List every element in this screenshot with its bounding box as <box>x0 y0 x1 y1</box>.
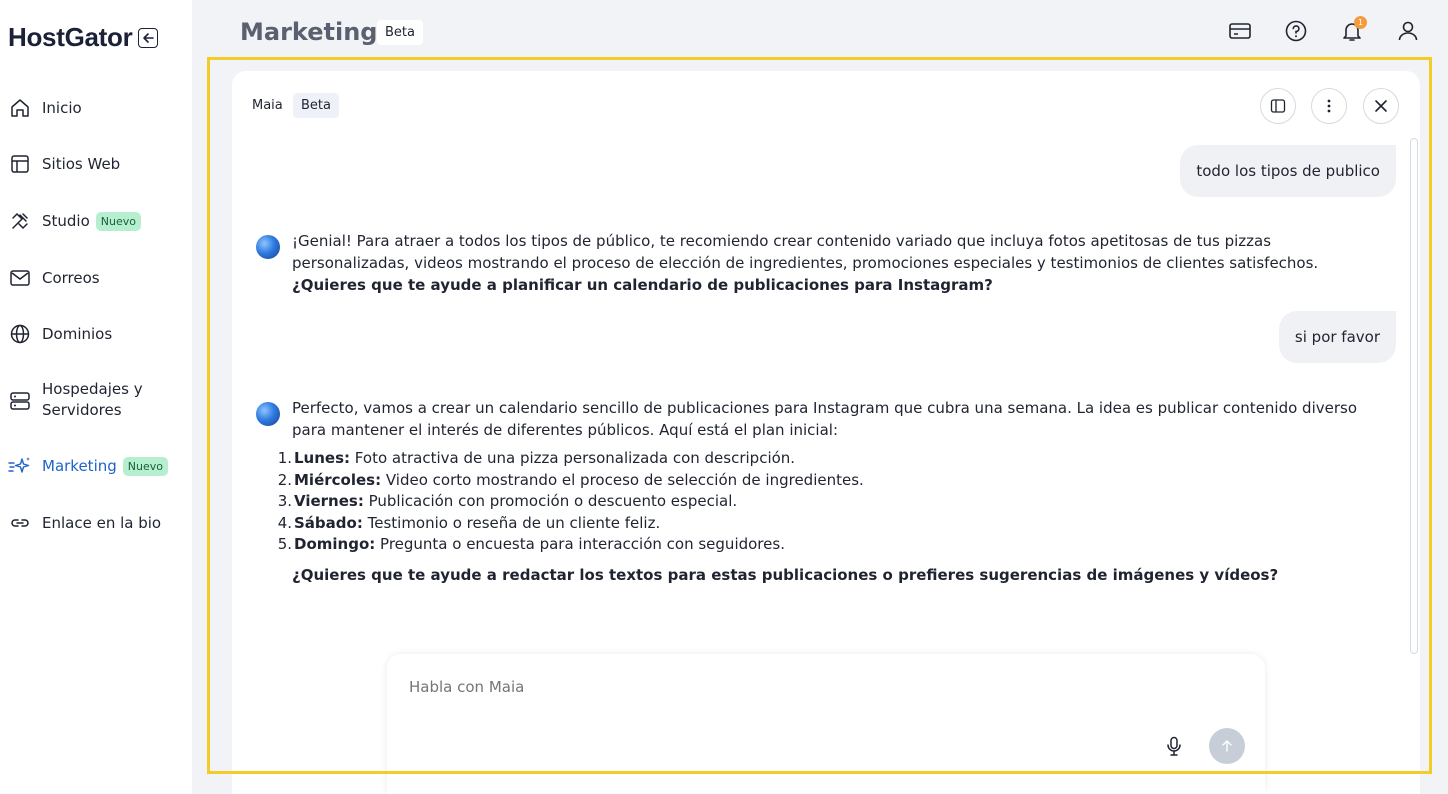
sidebar-item-label: Inicio <box>42 99 82 117</box>
logo[interactable]: HostGator <box>8 22 159 53</box>
list-item: 1. Lunes: Foto atractiva de una pizza per… <box>277 449 796 467</box>
list-item: 5. Domingo: Pregunta o encuesta para inte… <box>277 535 785 553</box>
notification-bell-icon[interactable]: 1 <box>1339 16 1367 44</box>
sidebar-item-label: Marketing <box>42 457 117 475</box>
assistant-name: Maia <box>252 98 283 113</box>
close-icon <box>1375 100 1387 112</box>
maia-avatar <box>256 402 280 426</box>
sidebar-item-label-wrap: Hospedajes y Servidores <box>42 379 143 421</box>
beta-badge: Beta <box>377 20 423 45</box>
assistant-question: ¿Quieres que te ayude a planificar un ca… <box>292 276 993 294</box>
sidebar-item-label: Correos <box>42 269 100 287</box>
sidebar-item-sitios-web[interactable]: Sitios Web <box>8 152 120 176</box>
mail-icon <box>8 266 32 290</box>
more-vertical-icon <box>1327 99 1331 113</box>
sidebar-item-label: Studio <box>42 212 90 230</box>
sidebar-item-label: Hospedajes y <box>42 380 143 398</box>
sidebar-item-label: Enlace en la bio <box>42 514 162 532</box>
list-item: 2. Miércoles: Video corto mostrando el pr… <box>277 470 864 489</box>
user-message: todo los tipos de publico <box>1180 145 1396 197</box>
help-icon[interactable] <box>1283 18 1309 44</box>
chat-panel: Maia Beta todo los tipos de publico ¡Gen… <box>232 71 1420 794</box>
sidebar-item-label: Sitios Web <box>42 155 121 173</box>
sidebar-item-label: Servidores <box>42 401 122 419</box>
close-chat-button[interactable] <box>1363 88 1399 124</box>
layout-icon <box>8 152 32 176</box>
server-icon <box>8 389 32 413</box>
list-item: 3. Viernes: Publicación con promoción o d… <box>277 492 738 510</box>
more-options-button[interactable] <box>1311 88 1347 124</box>
assistant-message: ¡Genial! Para atraer a todos los tipos d… <box>292 230 1392 296</box>
chat-scrollbar[interactable] <box>1410 138 1418 654</box>
sidebar-item-inicio[interactable]: Inicio <box>8 96 82 120</box>
assistant-question: ¿Quieres que te ayude a redactar los tex… <box>292 566 1279 584</box>
send-button[interactable] <box>1209 728 1245 764</box>
list-item: 4. Sábado: Testimonio o reseña de un clie… <box>277 513 661 532</box>
notification-count: 1 <box>1354 16 1367 29</box>
link-icon <box>8 511 32 535</box>
design-tools-icon <box>8 209 32 233</box>
new-badge: Nuevo <box>95 211 141 231</box>
billing-card-icon[interactable] <box>1227 18 1253 44</box>
sidebar-item-marketing[interactable]: Marketing Nuevo <box>8 454 168 478</box>
user-message: si por favor <box>1278 311 1396 363</box>
sparkle-icon <box>8 454 32 478</box>
arrow-up-icon <box>1222 740 1232 752</box>
sidebar-item-enlace-bio[interactable]: Enlace en la bio <box>8 511 161 535</box>
sidebar: HostGator Inicio Sitios Web Studio Nuevo… <box>0 0 192 794</box>
page-title: Marketing <box>240 18 378 46</box>
chat-composer <box>387 654 1265 794</box>
sidebar-panel-icon <box>1270 99 1286 113</box>
weekly-plan-list: 1. Lunes: Foto atractiva de una pizza per… <box>274 448 1374 556</box>
assistant-message-intro: Perfecto, vamos a crear un calendario se… <box>292 399 1358 439</box>
logo-text: HostGator <box>8 22 133 52</box>
assistant-message-text: ¡Genial! Para atraer a todos los tipos d… <box>292 232 1319 272</box>
chat-input[interactable] <box>409 678 1109 696</box>
sidebar-item-correos[interactable]: Correos <box>8 266 100 290</box>
sidebar-item-dominios[interactable]: Dominios <box>8 322 112 346</box>
globe-icon <box>8 322 32 346</box>
collapse-sidebar-icon[interactable] <box>138 27 159 48</box>
assistant-beta-badge: Beta <box>293 93 339 118</box>
microphone-icon <box>1167 736 1181 756</box>
sidebar-item-studio[interactable]: Studio Nuevo <box>8 209 141 233</box>
user-account-icon[interactable] <box>1395 18 1421 44</box>
sidebar-item-hospedajes[interactable]: Hospedajes y Servidores <box>8 379 143 421</box>
maia-avatar <box>256 235 280 259</box>
new-badge: Nuevo <box>122 456 168 476</box>
toggle-panel-button[interactable] <box>1260 88 1296 124</box>
home-icon <box>8 96 32 120</box>
microphone-button[interactable] <box>1162 734 1186 758</box>
sidebar-item-label: Dominios <box>42 325 113 343</box>
